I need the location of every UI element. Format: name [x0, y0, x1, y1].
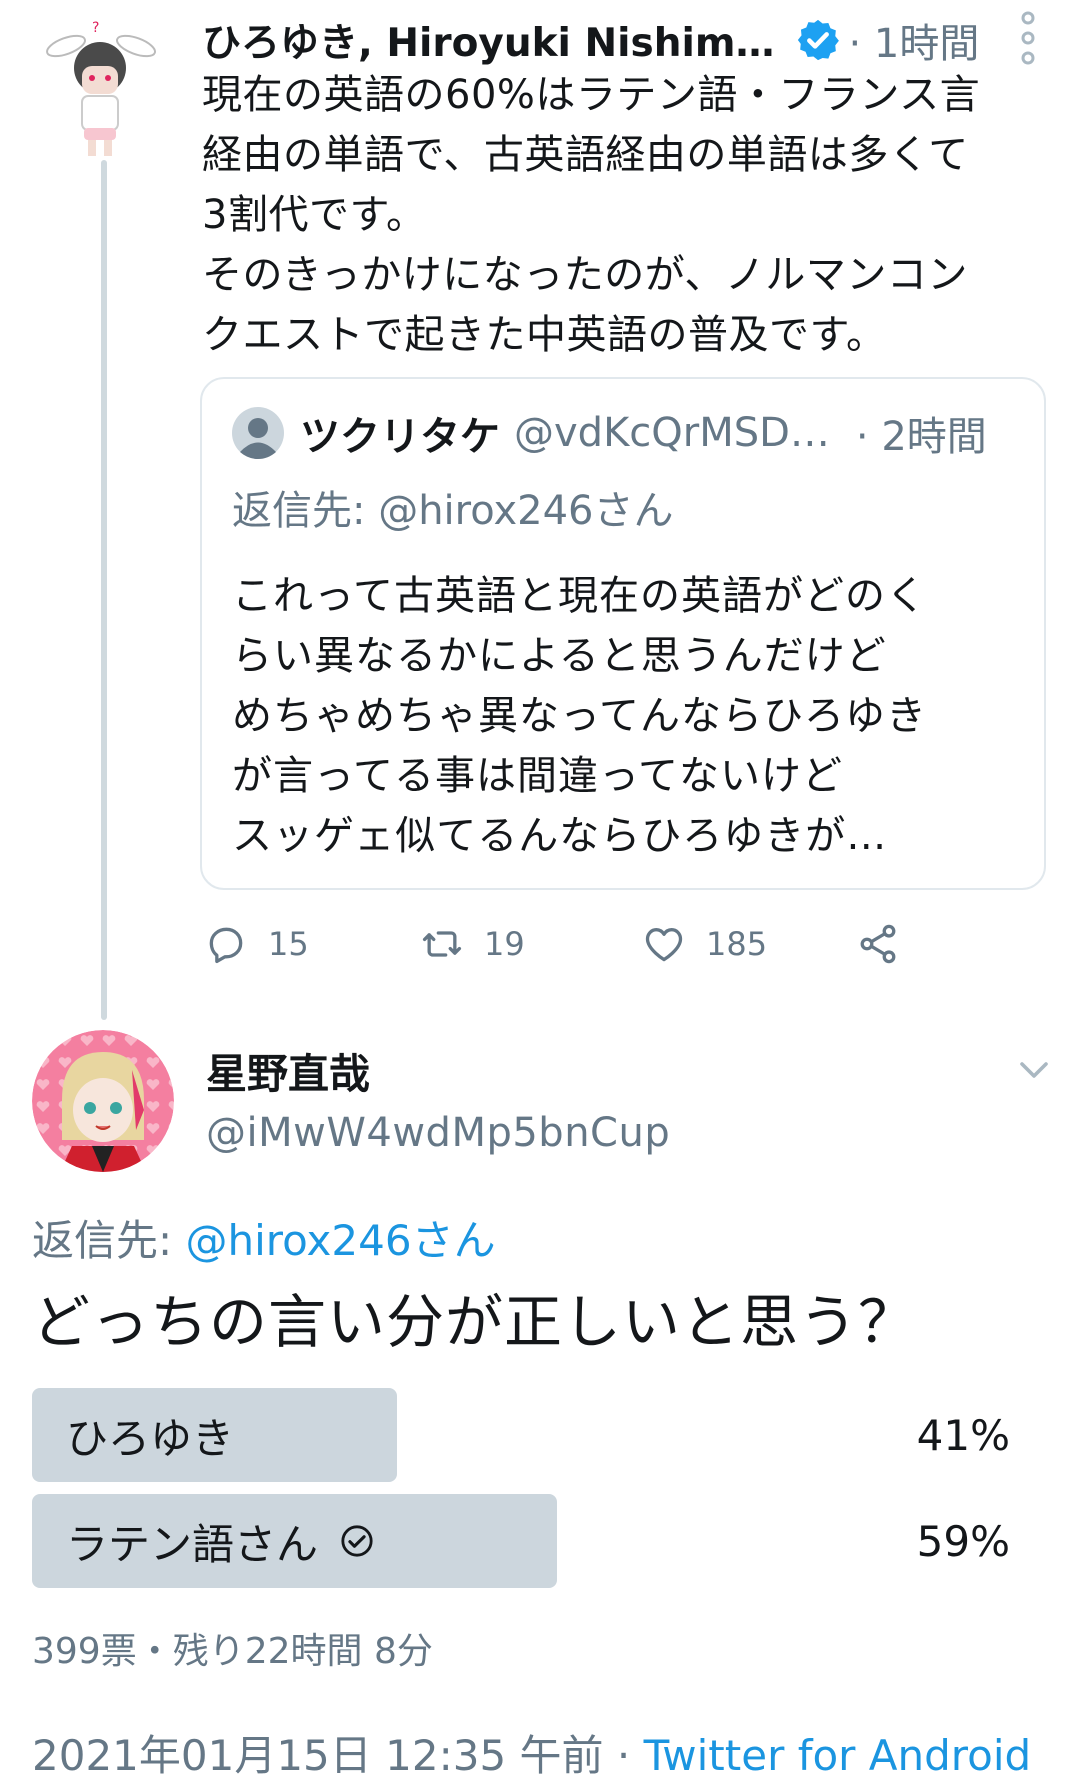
main-reply-to: 返信先: @hirox246さん [32, 1207, 496, 1268]
default-avatar-icon [232, 407, 284, 459]
main-tweet-text: どっちの言い分が正しいと思う？ [32, 1288, 918, 1356]
reply-icon [209, 927, 243, 964]
share-button[interactable] [856, 916, 920, 972]
parent-tweet-time: · 1時間 [848, 21, 980, 67]
poll-option[interactable]: ラテン語さん 59% [32, 1494, 1032, 1588]
chevron-down-icon[interactable] [1016, 1052, 1052, 1088]
poll-option-label: ひろゆき [66, 1413, 235, 1463]
reply-to-mention-link[interactable]: @hirox246さん [186, 1216, 496, 1265]
reply-to-label: 返信先: [32, 1216, 186, 1265]
quoted-reply-to: 返信先: @hirox246さん [232, 488, 674, 534]
main-author-avatar[interactable] [32, 1030, 174, 1172]
more-icon[interactable] [1016, 10, 1040, 66]
svg-text:?: ? [92, 20, 99, 36]
quoted-author-handle: @vdKcQrMSD… [514, 410, 830, 456]
main-author-name[interactable]: 星野直哉 [206, 1040, 370, 1100]
main-author-handle[interactable]: @iMwW4wdMp5bnCup [206, 1110, 670, 1156]
client-link[interactable]: Twitter for Android [644, 1731, 1032, 1780]
thread-connector-line [101, 160, 107, 1020]
quoted-tweet-time: · 2時間 [855, 414, 987, 460]
parent-tweet-header: ひろゆき, Hiroyuki Nishim… · 1時間 [202, 10, 1042, 70]
quoted-tweet-header: ツクリタケ @vdKcQrMSD… · 2時間 [232, 405, 1032, 461]
quoted-tweet-text: これって古英語と現在の英語がどのく らい異なるかによると思うんだけど めちゃめち… [232, 573, 927, 859]
selected-check-icon [341, 1525, 373, 1557]
tweet-datetime: 2021年01月15日 12:35 午前 · [32, 1731, 644, 1780]
retweet-count: 19 [484, 925, 525, 963]
poll-option-percent: 41% [916, 1410, 1010, 1460]
like-icon [645, 928, 683, 962]
poll-vote-summary: 399票・残り22時間 8分 [32, 1631, 433, 1672]
parent-tweet-text: 現在の英語の60%はラテン語・フランス言 経由の単語で、古英語経由の単語は多くて… [202, 72, 981, 358]
retweet-button[interactable]: 19 [420, 916, 525, 972]
like-count: 185 [706, 925, 768, 963]
parent-author-name[interactable]: ひろゆき, Hiroyuki Nishim… [202, 12, 775, 68]
poll-option-percent: 59% [916, 1516, 1010, 1566]
retweet-icon [422, 931, 462, 957]
poll-option[interactable]: ひろゆき 41% [32, 1388, 1032, 1482]
share-icon [860, 924, 896, 964]
like-button[interactable]: 185 [642, 916, 767, 972]
tweet-timestamp: 2021年01月15日 12:35 午前 · Twitter for Andro… [32, 1722, 1031, 1783]
reply-button[interactable]: 15 [204, 916, 309, 972]
verified-badge-icon [797, 19, 839, 61]
poll-option-label: ラテン語さん [66, 1519, 319, 1569]
reply-count: 15 [268, 925, 309, 963]
parent-author-avatar[interactable]: ? [42, 18, 160, 158]
quoted-author-name: ツクリタケ [300, 414, 500, 460]
